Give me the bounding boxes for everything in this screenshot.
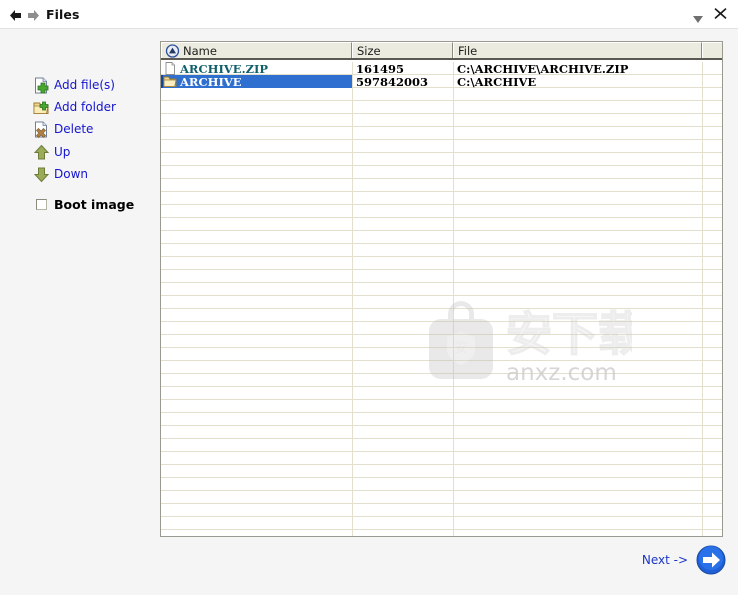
sidebar-item-up[interactable]: Up	[0, 142, 160, 164]
empty-row[interactable]	[161, 179, 722, 192]
file-icon	[163, 62, 177, 75]
empty-row[interactable]	[161, 504, 722, 517]
sidebar: Add file(s) Add folder Delete Up Down Bo…	[0, 30, 160, 595]
empty-row[interactable]	[161, 387, 722, 400]
boot-image-label: Boot image	[54, 197, 135, 212]
empty-row[interactable]	[161, 114, 722, 127]
empty-row[interactable]	[161, 257, 722, 270]
column-header-label: Name	[183, 44, 217, 58]
delete-file-icon	[33, 121, 50, 138]
file-name-text: ARCHIVE.ZIP	[180, 62, 268, 76]
empty-row[interactable]	[161, 426, 722, 439]
boot-image-checkbox[interactable]	[36, 199, 47, 210]
arrow-down-icon	[33, 166, 50, 183]
empty-row[interactable]	[161, 374, 722, 387]
sidebar-item-label: Add file(s)	[54, 78, 115, 92]
empty-row[interactable]	[161, 296, 722, 309]
empty-row[interactable]	[161, 335, 722, 348]
arrow-up-icon	[33, 144, 50, 161]
empty-row[interactable]	[161, 244, 722, 257]
empty-row[interactable]	[161, 413, 722, 426]
empty-row[interactable]	[161, 452, 722, 465]
sidebar-item-add-folder[interactable]: Add folder	[0, 97, 160, 119]
forward-arrow-icon[interactable]	[27, 10, 39, 21]
empty-row[interactable]	[161, 127, 722, 140]
empty-row[interactable]	[161, 218, 722, 231]
column-header-size[interactable]: Size	[352, 42, 453, 58]
empty-row[interactable]	[161, 517, 722, 530]
footer: Next ->	[160, 540, 738, 595]
folder-icon	[163, 75, 177, 88]
grid-divider	[352, 62, 353, 536]
column-header-label: File	[458, 44, 478, 58]
add-folder-icon	[33, 99, 50, 116]
file-list-header: Name Size File	[161, 42, 722, 60]
column-header-file[interactable]: File	[453, 42, 702, 58]
empty-row[interactable]	[161, 478, 722, 491]
file-list[interactable]: Name Size File 安 安下载 anxz.com ARCHIVE.ZI…	[160, 41, 723, 537]
empty-row[interactable]	[161, 309, 722, 322]
window-titlebar: Files	[0, 0, 738, 29]
sidebar-item-label: Up	[54, 145, 71, 159]
grid-divider	[702, 62, 703, 536]
back-arrow-icon[interactable]	[10, 10, 22, 21]
sidebar-item-delete[interactable]: Delete	[0, 119, 160, 141]
grid-divider	[453, 62, 454, 536]
file-path-cell: C:\ARCHIVE	[457, 75, 537, 89]
sidebar-item-down[interactable]: Down	[0, 164, 160, 186]
add-file-icon	[33, 77, 50, 94]
sort-ascending-icon	[165, 44, 180, 58]
file-size-cell: 161495	[356, 62, 405, 76]
empty-row[interactable]	[161, 465, 722, 478]
empty-row[interactable]	[161, 283, 722, 296]
next-button[interactable]	[696, 545, 726, 575]
boot-image-option[interactable]: Boot image	[0, 195, 160, 217]
sidebar-item-label: Add folder	[54, 100, 116, 114]
empty-row[interactable]	[161, 322, 722, 335]
sidebar-item-label: Delete	[54, 122, 94, 136]
file-name-cell[interactable]: ARCHIVE.ZIP	[161, 62, 352, 76]
empty-row[interactable]	[161, 88, 722, 101]
empty-row[interactable]	[161, 361, 722, 374]
column-header-label: Size	[357, 44, 381, 58]
empty-row[interactable]	[161, 140, 722, 153]
empty-row[interactable]	[161, 153, 722, 166]
sidebar-item-add-files[interactable]: Add file(s)	[0, 75, 160, 97]
window-title: Files	[46, 7, 80, 22]
files-window: Files Add file(s) Add folder Delete Up D…	[0, 0, 738, 595]
empty-row[interactable]	[161, 348, 722, 361]
empty-row[interactable]	[161, 101, 722, 114]
column-header-extra[interactable]	[702, 42, 722, 58]
next-label[interactable]: Next ->	[642, 553, 688, 567]
close-icon[interactable]	[713, 7, 728, 22]
chevron-down-icon[interactable]	[692, 11, 704, 23]
file-name-cell[interactable]: ARCHIVE	[161, 75, 352, 89]
sidebar-item-label: Down	[54, 167, 89, 181]
table-row[interactable]: ARCHIVE 597842003 C:\ARCHIVE	[161, 75, 722, 89]
table-row[interactable]: ARCHIVE.ZIP 161495 C:\ARCHIVE\ARCHIVE.ZI…	[161, 62, 722, 76]
empty-row[interactable]	[161, 231, 722, 244]
empty-row[interactable]	[161, 192, 722, 205]
empty-row[interactable]	[161, 270, 722, 283]
empty-row[interactable]	[161, 530, 722, 536]
file-name-text: ARCHIVE	[180, 75, 242, 89]
file-path-cell: C:\ARCHIVE\ARCHIVE.ZIP	[457, 62, 629, 76]
column-header-name[interactable]: Name	[161, 42, 352, 58]
empty-row[interactable]	[161, 491, 722, 504]
empty-row[interactable]	[161, 205, 722, 218]
file-size-cell: 597842003	[356, 75, 429, 89]
empty-row[interactable]	[161, 400, 722, 413]
empty-row[interactable]	[161, 166, 722, 179]
file-list-grid	[161, 62, 722, 536]
empty-row[interactable]	[161, 439, 722, 452]
